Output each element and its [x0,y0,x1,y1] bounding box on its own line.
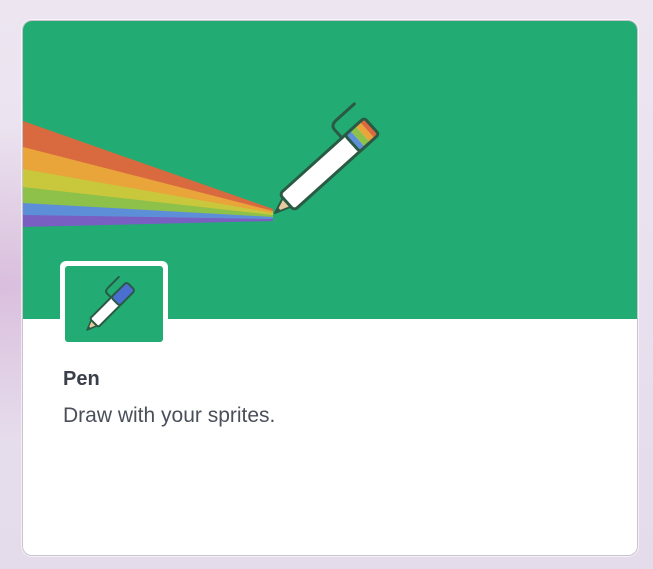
pen-extension-card[interactable]: Pen Draw with your sprites. [22,20,638,556]
extension-description: Draw with your sprites. [63,404,276,427]
extension-icon-tile [60,261,168,347]
extension-title: Pen [63,368,100,390]
pen-icon [86,275,135,331]
extension-banner [23,21,637,347]
